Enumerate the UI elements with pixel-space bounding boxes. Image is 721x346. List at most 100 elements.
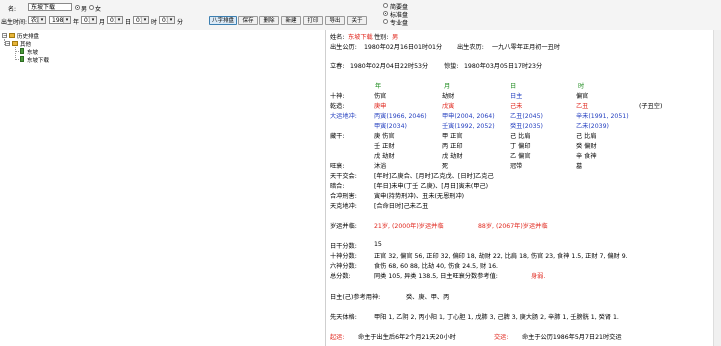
shishen-year: 伤官	[374, 93, 387, 100]
hour-select[interactable]: 01 ▾	[133, 16, 149, 24]
person-name: 东坡下载	[348, 34, 373, 41]
score-label: 日干分数:	[330, 243, 357, 250]
hour-unit: 时	[151, 19, 158, 26]
tree-item-dongpo-download[interactable]: 东坡下载	[27, 56, 49, 64]
day-select[interactable]: 01 ▾	[107, 16, 123, 24]
day-unit: 日	[125, 19, 132, 26]
shishen-month: 劫财	[442, 93, 455, 100]
delete-button[interactable]: 删除	[259, 16, 279, 25]
gender-male-radio[interactable]	[75, 5, 80, 10]
option-simple-radio[interactable]	[383, 3, 388, 8]
canggan-2-month: 丙 正印	[442, 143, 463, 150]
canggan-3-day: 乙 偏官	[510, 153, 531, 160]
chevron-down-icon: ▾	[38, 17, 45, 23]
paipan-button[interactable]: 八字排盘	[209, 16, 237, 25]
dayun-year: 丙寅(1966, 2046)	[374, 113, 427, 120]
gender-male-label: 男	[81, 6, 88, 13]
chart-panel: 姓名: 东坡下载 性别: 男 出生公历: 1980年02月16日01时01分 出…	[326, 30, 721, 346]
xiantian-label: 先天体格:	[330, 314, 357, 321]
save-button[interactable]: 保存	[238, 16, 258, 25]
person-icon	[20, 56, 24, 62]
solar-label: 出生公历:	[330, 44, 357, 51]
qiyun-start-value: 命主于出生后6年2个月21天20小时	[358, 334, 456, 341]
qianzao-year: 庚申	[374, 103, 387, 110]
chevron-down-icon: ▾	[89, 17, 96, 23]
chevron-down-icon: ▾	[141, 17, 148, 23]
xiantian-value: 甲阳 1, 乙阴 2, 丙小阳 1, 丁心胆 1, 戊肺 3, 己脾 3, 庚大…	[374, 314, 619, 321]
jiaoyun-label: 交运:	[494, 334, 509, 341]
pillar-header-day: 日	[510, 83, 517, 90]
calendar-select[interactable]: 农历 ▾	[28, 16, 46, 24]
gender-female-label: 女	[95, 6, 102, 13]
qiyun-start-label: 起运:	[330, 334, 345, 341]
shishen-score-value: 正官 32, 偏官 56, 正印 32, 偏印 18, 劫财 22, 比肩 18…	[374, 253, 628, 260]
export-button[interactable]: 导出	[325, 16, 345, 25]
hexing-value: 寅申(持势刑冲)、丑未(无恩刑冲)	[374, 193, 465, 200]
canggan-1-hour: 己 比肩	[576, 133, 597, 140]
collapse-icon[interactable]: −	[5, 41, 10, 47]
gender-label: 性别:	[374, 34, 389, 41]
qiyun-label: 岁运并临:	[330, 223, 357, 230]
wangshuai-label: 旺衰:	[330, 163, 345, 170]
shishen-hour: 偏官	[576, 93, 589, 100]
wangshuai-month: 死	[442, 163, 449, 170]
jingzhe-value: 1980年03月05日17时23分	[464, 63, 543, 70]
dayun-day: 乙丑(2045)	[510, 113, 543, 120]
about-button[interactable]: 关于	[347, 16, 367, 25]
name-input[interactable]: 东坡下载	[28, 3, 72, 11]
lunar-value: 一九八零年正月初一丑时	[492, 44, 561, 51]
tree-root-label[interactable]: 历史排盘	[17, 32, 39, 40]
wangshuai-day: 冠带	[510, 163, 523, 170]
dayun2-day: 癸丑(2035)	[510, 123, 543, 130]
toolbar: 名: 东坡下载 男 女 出生时间: 农历 ▾ 1980 ▾ 年 01 ▾ 月 01 ▾ …	[0, 0, 721, 31]
minute-unit: 分	[177, 19, 184, 26]
qianzao-month: 戊寅	[442, 103, 455, 110]
shishen-row-label: 十神:	[330, 93, 345, 100]
chevron-down-icon: ▾	[63, 17, 70, 23]
qiyun-second: 88岁, (2067年)岁运并临	[478, 223, 548, 230]
yongshen-value: 癸、庚、甲、丙	[406, 294, 450, 301]
tree-item-dongpo[interactable]: 东坡	[27, 48, 38, 56]
pillar-header-year: 年	[375, 83, 382, 90]
lichun-label: 立春:	[330, 63, 345, 70]
canggan-3-month: 戊 劫财	[442, 153, 463, 160]
anhe-value: [年日]未申(丁壬 乙庚)、[月日]寅未(甲己)	[374, 183, 489, 190]
history-tree: − 历史排盘 − 其他 东坡 东坡下载	[0, 30, 326, 346]
chevron-down-icon: ▾	[167, 17, 174, 23]
month-select[interactable]: 01 ▾	[81, 16, 97, 24]
month-unit: 月	[99, 19, 106, 26]
folder-icon	[12, 41, 18, 46]
option-pro-radio[interactable]	[383, 19, 388, 24]
option-standard-radio[interactable]	[383, 11, 388, 16]
new-button[interactable]: 新建	[281, 16, 301, 25]
dayun2-month: 壬寅(1992, 2052)	[442, 123, 495, 130]
dayun2-year: 甲寅(2034)	[374, 123, 407, 130]
tree-group-label[interactable]: 其他	[20, 40, 31, 48]
gender-female-radio[interactable]	[89, 5, 94, 10]
shishen-day: 日主	[510, 93, 523, 100]
year-select[interactable]: 1980 ▾	[49, 16, 71, 24]
tree-connector	[15, 59, 19, 60]
print-button[interactable]: 打印	[303, 16, 323, 25]
anhe-label: 暗合:	[330, 183, 345, 190]
score-value: 15	[374, 241, 382, 248]
qianzao-day: 己未	[510, 103, 523, 110]
wangshuai-year: 沐浴	[374, 163, 387, 170]
liuhe-score-label: 六神分数:	[330, 263, 357, 270]
tianganhe-label: 天干交会:	[330, 173, 357, 180]
tianyun-label: 天克地冲:	[330, 203, 357, 210]
folder-icon	[9, 33, 15, 38]
year-unit: 年	[73, 19, 80, 26]
canggan-label: 藏干:	[330, 133, 345, 140]
collapse-icon[interactable]: −	[2, 33, 7, 39]
lichun-value: 1980年02月04日22时53分	[350, 63, 429, 70]
tianganhe-value: [年时]乙庚合、[月时]乙克戊、[日时]乙克己	[374, 173, 494, 180]
shishen-score-label: 十神分数:	[330, 253, 357, 260]
yongshen-label: 日主(己)参考用神:	[330, 294, 381, 301]
pillar-header-hour: 时	[578, 83, 585, 90]
total-score-label: 总分数:	[330, 273, 351, 280]
person-gender: 男	[392, 34, 399, 41]
name-label: 姓名:	[330, 34, 345, 41]
minute-select[interactable]: 01 ▾	[159, 16, 175, 24]
vertical-scrollbar[interactable]	[713, 30, 721, 346]
